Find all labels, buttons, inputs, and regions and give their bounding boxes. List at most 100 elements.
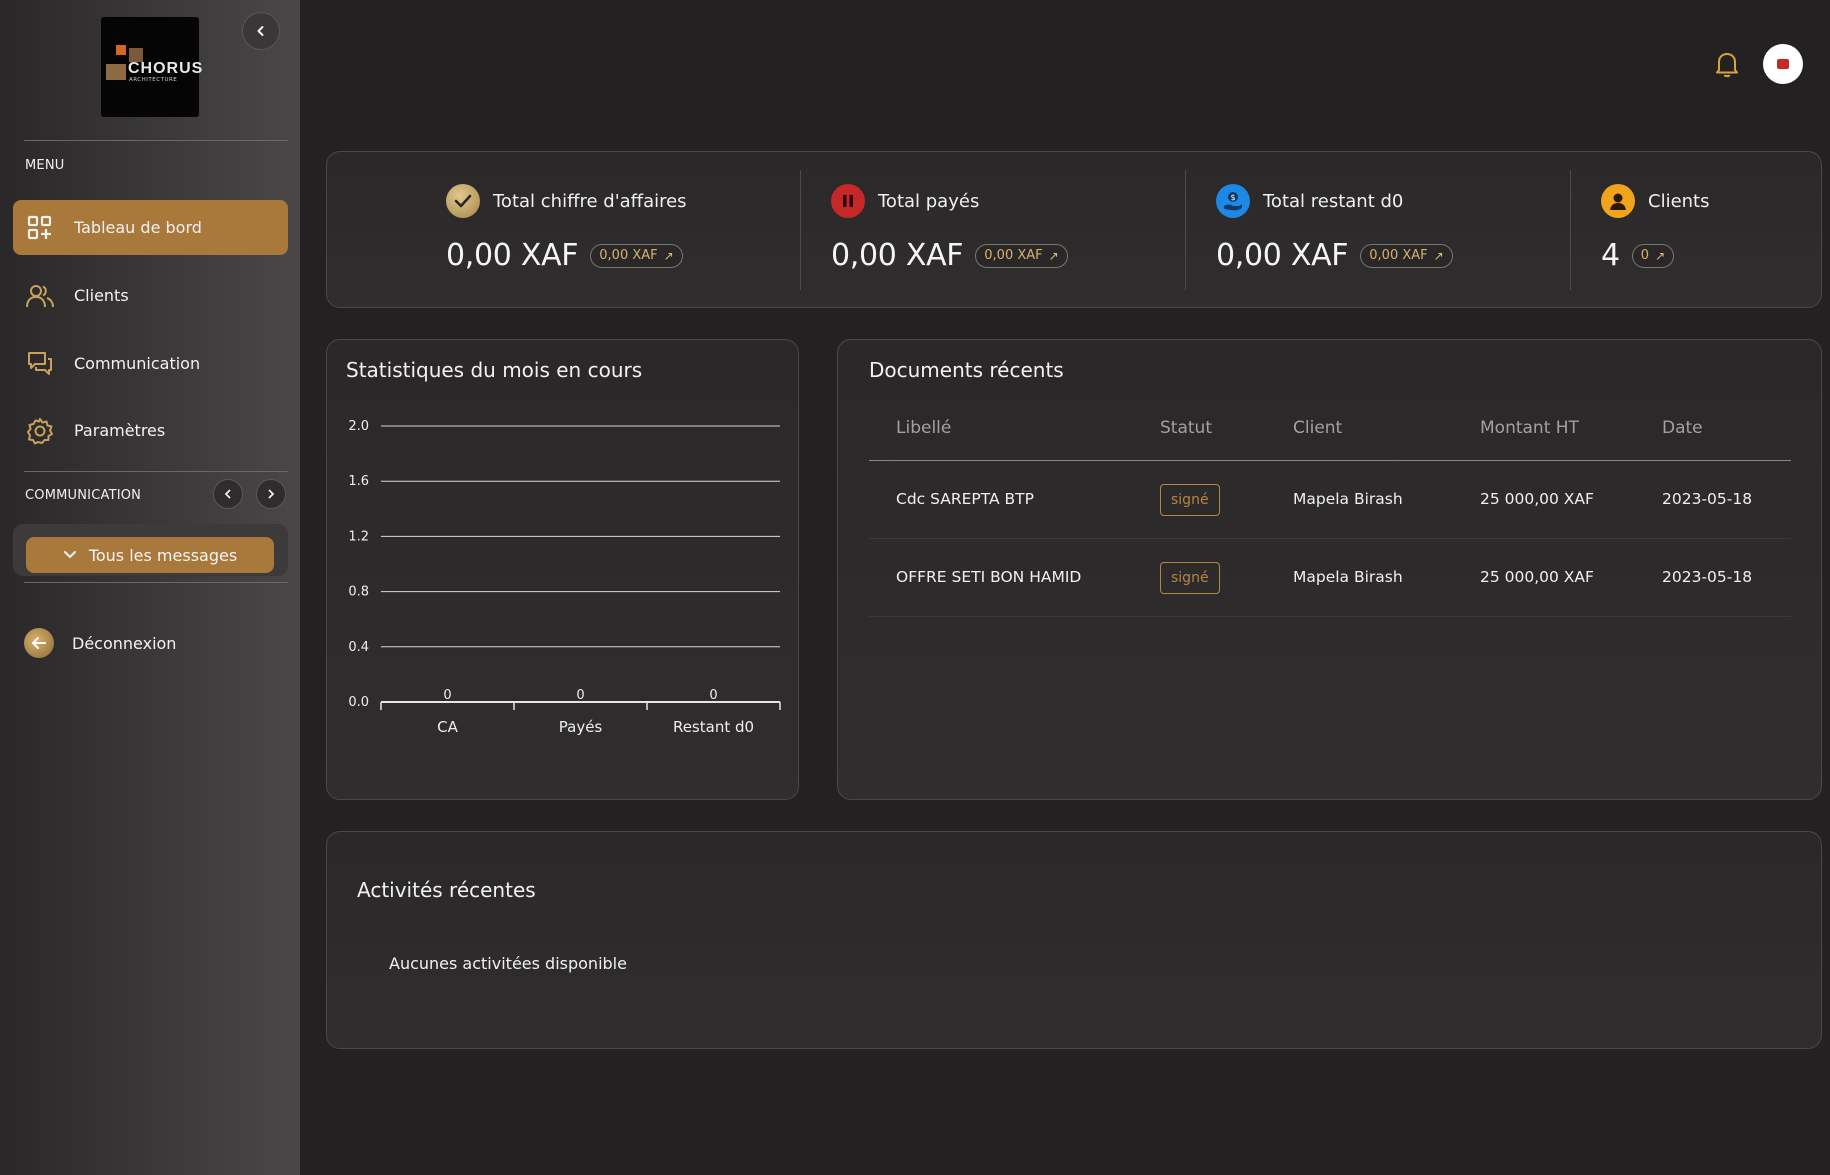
x-tick-label: Payés [559, 718, 603, 736]
logo-subtitle: ARCHITECTURE [129, 77, 178, 83]
chorus-logo[interactable]: CHORUS ARCHITECTURE [101, 17, 202, 117]
kpi-delta-badge: 0,00 XAF ↗ [975, 243, 1068, 268]
money-hand-icon: $ [1216, 184, 1250, 218]
sidebar-item-communication[interactable]: Communication [13, 336, 288, 391]
dashboard-icon [26, 214, 54, 242]
kpi-delta-badge: 0 ↗ [1631, 243, 1675, 268]
document-label: OFFRE SETI BON HAMID [896, 568, 1082, 586]
bar-data-label: 0 [709, 688, 717, 703]
users-icon [26, 282, 54, 310]
avatar-logo-mark [1777, 59, 1789, 69]
status-badge: signé [1160, 562, 1220, 594]
activities-title: Activités récentes [357, 878, 536, 902]
y-tick-label: 0.0 [348, 695, 369, 710]
logout-button[interactable]: Déconnexion [24, 628, 176, 658]
kpi-value: 0,00 XAF [1216, 238, 1349, 273]
kpi-divider [1185, 170, 1186, 290]
activities-empty-message: Aucunes activitées disponible [389, 954, 627, 973]
collapse-sidebar-button[interactable] [242, 12, 280, 50]
logout-label: Déconnexion [72, 633, 177, 653]
kpi-label: Total payés [878, 190, 980, 212]
sidebar-item-label: Paramètres [74, 421, 166, 440]
kpi-delta-badge: 0,00 XAF ↗ [590, 243, 683, 268]
document-client: Mapela Birash [1293, 490, 1403, 508]
messages-panel: Tous les messages [13, 524, 288, 576]
kpi-delta-badge: 0,00 XAF ↗ [1360, 243, 1453, 268]
column-header-client[interactable]: Client [1293, 418, 1342, 438]
sidebar-item-clients[interactable]: Clients [13, 268, 288, 323]
column-header-amount[interactable]: Montant HT [1480, 418, 1579, 438]
all-messages-button[interactable]: Tous les messages [26, 537, 274, 573]
kpi-value: 4 [1601, 238, 1620, 273]
x-tick-label: CA [437, 718, 458, 736]
arrow-left-icon [24, 628, 54, 658]
kpi-divider [1570, 170, 1571, 290]
kpi-delta: 0,00 XAF [984, 248, 1043, 263]
documents-title: Documents récents [869, 358, 1064, 382]
sidebar-item-label: Communication [74, 354, 201, 373]
document-date: 2023-05-18 [1662, 490, 1753, 508]
arrow-up-right-icon: ↗ [1433, 248, 1444, 263]
divider [24, 471, 288, 472]
y-tick-label: 1.2 [348, 529, 369, 544]
sidebar-item-settings[interactable]: Paramètres [13, 403, 288, 458]
kpi-clients: Clients 4 0 ↗ [1601, 152, 1801, 306]
next-button[interactable] [256, 479, 286, 509]
arrow-up-right-icon: ↗ [1655, 248, 1666, 263]
kpi-divider [800, 170, 801, 290]
column-header-date[interactable]: Date [1662, 418, 1703, 438]
sidebar-item-label: Clients [74, 286, 129, 305]
user-avatar[interactable] [1763, 44, 1803, 84]
row-divider [869, 538, 1791, 539]
arrow-up-right-icon: ↗ [1048, 248, 1059, 263]
document-label: Cdc SAREPTA BTP [896, 490, 1034, 508]
logo-word: CHORUS [128, 60, 204, 77]
y-tick-label: 2.0 [348, 419, 369, 434]
kpi-value: 0,00 XAF [831, 238, 964, 273]
column-header-label[interactable]: Libellé [896, 418, 951, 438]
svg-text:$: $ [1230, 193, 1235, 202]
arrow-up-right-icon: ↗ [663, 248, 674, 263]
kpi-label: Total restant d0 [1263, 190, 1404, 212]
documents-card: Documents récents Libellé Statut Client … [837, 339, 1822, 800]
sidebar-item-label: Tableau de bord [74, 218, 202, 237]
check-icon [446, 184, 480, 218]
y-tick-label: 0.8 [348, 585, 369, 600]
chat-icon [26, 350, 54, 378]
table-header-divider [869, 460, 1791, 461]
y-tick-label: 1.6 [348, 474, 369, 489]
kpi-remaining: $ Total restant d0 0,00 XAF 0,00 XAF ↗ [1216, 152, 1556, 306]
all-messages-label: Tous les messages [88, 545, 238, 565]
notifications-bell-icon[interactable] [1714, 50, 1740, 82]
kpi-paid: Total payés 0,00 XAF 0,00 XAF ↗ [831, 152, 1171, 306]
gear-icon [26, 417, 54, 445]
previous-button[interactable] [213, 479, 243, 509]
column-header-status[interactable]: Statut [1160, 418, 1212, 438]
chevron-left-icon [257, 26, 264, 36]
document-client: Mapela Birash [1293, 568, 1403, 586]
chevron-left-icon [224, 489, 231, 499]
kpi-delta: 0 [1640, 248, 1650, 263]
kpi-revenue: Total chiffre d'affaires 0,00 XAF 0,00 X… [446, 152, 786, 306]
chevron-down-icon [63, 551, 76, 559]
activities-card: Activités récentes Aucunes activitées di… [326, 831, 1822, 1049]
user-icon [1601, 184, 1635, 218]
bar-chart: 0.0 0.4 0.8 1.2 1.6 2.0 0 CA 0 Payés 0 Restant d0 [348, 419, 781, 736]
divider [24, 140, 288, 141]
document-date: 2023-05-18 [1662, 568, 1753, 586]
bar-data-label: 0 [443, 688, 451, 703]
communication-section-label: COMMUNICATION [25, 488, 142, 503]
menu-section-label: MENU [25, 158, 65, 173]
sidebar-item-dashboard[interactable]: Tableau de bord [13, 200, 288, 255]
kpi-delta: 0,00 XAF [599, 248, 658, 263]
sidebar: CHORUS ARCHITECTURE MENU Tableau de bord… [0, 0, 300, 1175]
status-badge: signé [1160, 484, 1220, 516]
chevron-right-icon [268, 489, 275, 499]
x-tick-label: Restant d0 [673, 718, 754, 736]
kpi-label: Total chiffre d'affaires [493, 190, 687, 212]
divider [24, 582, 288, 583]
document-amount: 25 000,00 XAF [1480, 568, 1594, 586]
kpi-delta: 0,00 XAF [1369, 248, 1428, 263]
y-tick-label: 0.4 [348, 640, 369, 655]
pause-icon [831, 184, 865, 218]
